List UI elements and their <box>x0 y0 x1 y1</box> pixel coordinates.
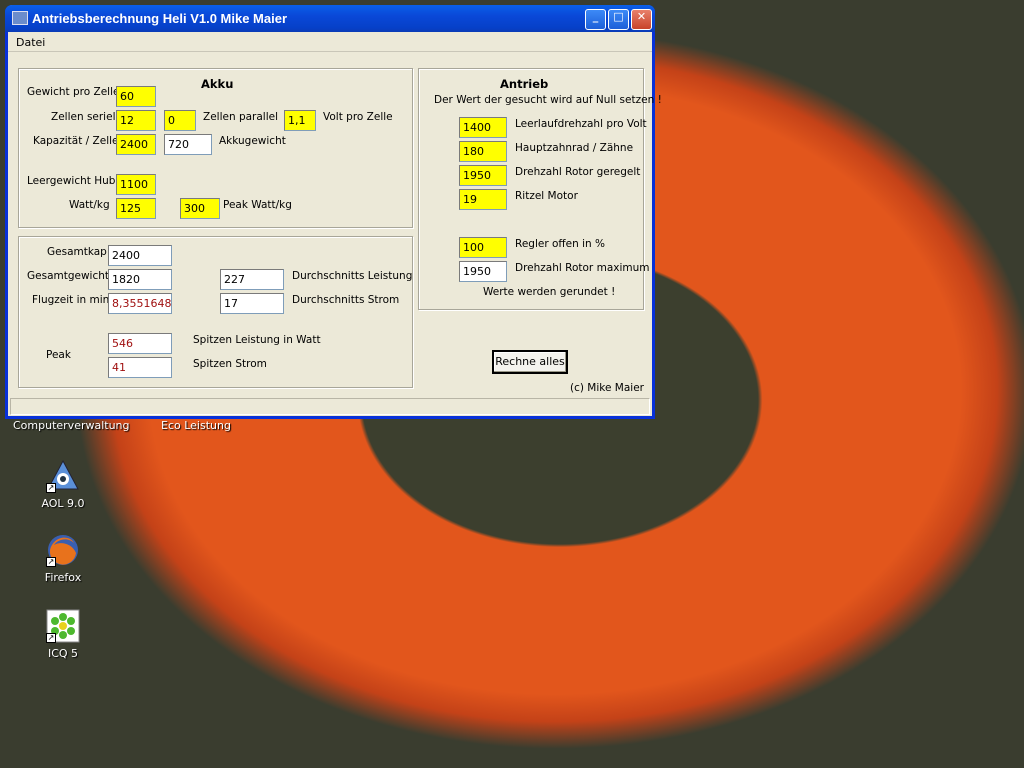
hauptzahnrad-input[interactable]: 180 <box>459 141 507 162</box>
drehzahl-max-field[interactable]: 1950 <box>459 261 507 282</box>
minimize-button[interactable]: _ <box>585 9 606 30</box>
kapazitaet-input[interactable]: 2400 <box>116 134 156 155</box>
kapazitaet-label: Kapazität / Zelle <box>33 135 119 147</box>
durchschnitt-leistung-label: Durchschnitts Leistung <box>292 270 413 282</box>
ritzel-input[interactable]: 19 <box>459 189 507 210</box>
antrieb-hint: Der Wert der gesucht wird auf Null setze… <box>434 94 662 106</box>
copyright-label: (c) Mike Maier <box>570 382 644 394</box>
desktop-icon-label: ICQ 5 <box>47 647 79 660</box>
peak-wattkg-input[interactable]: 300 <box>180 198 220 219</box>
hauptzahnrad-label: Hauptzahnrad / Zähne <box>515 142 634 154</box>
gewicht-input[interactable]: 60 <box>116 86 156 107</box>
ritzel-label: Ritzel Motor <box>515 190 578 202</box>
maximize-button[interactable]: □ <box>608 9 629 30</box>
gewicht-label: Gewicht pro Zelle <box>27 86 120 98</box>
durchschnitt-strom-field[interactable]: 17 <box>220 293 284 314</box>
app-icon <box>12 11 28 25</box>
flugzeit-field[interactable]: 8,35516483 <box>108 293 172 314</box>
desktop-icon-firefox[interactable]: ↗ Firefox <box>26 533 100 584</box>
akkugewicht-field[interactable]: 720 <box>164 134 212 155</box>
desktop-icon-icq[interactable]: ↗ ICQ 5 <box>26 609 100 660</box>
antrieb-heading: Antrieb <box>500 77 549 91</box>
close-button[interactable]: ✕ <box>631 9 652 30</box>
spitzen-leistung-field[interactable]: 546 <box>108 333 172 354</box>
peak-wattkg-label: Peak Watt/kg <box>223 199 292 211</box>
spitzen-strom-label: Spitzen Strom <box>193 358 267 370</box>
durchschnitt-leistung-field[interactable]: 227 <box>220 269 284 290</box>
desktop-label-computerverwaltung[interactable]: Computerverwaltung <box>13 419 130 432</box>
firefox-icon: ↗ <box>46 533 80 567</box>
desktop-icon-label: Firefox <box>44 571 82 584</box>
gesamtkap-field[interactable]: 2400 <box>108 245 172 266</box>
calculate-button[interactable]: Rechne alles <box>492 350 568 374</box>
title-bar[interactable]: Antriebsberechnung Heli V1.0 Mike Maier … <box>5 5 655 32</box>
volt-input[interactable]: 1,1 <box>284 110 316 131</box>
spitzen-strom-field[interactable]: 41 <box>108 357 172 378</box>
gesamtkap-label: Gesamtkap <box>47 246 107 258</box>
leergewicht-input[interactable]: 1100 <box>116 174 156 195</box>
flugzeit-label: Flugzeit in min <box>32 294 110 306</box>
desktop-icon-label: AOL 9.0 <box>41 497 85 510</box>
akkugewicht-label: Akkugewicht <box>219 135 286 147</box>
status-bar <box>10 398 650 415</box>
spitzen-leistung-label: Spitzen Leistung in Watt <box>193 334 321 346</box>
drehzahl-geregelt-label: Drehzahl Rotor geregelt <box>515 166 641 178</box>
zellen-seriell-input[interactable]: 12 <box>116 110 156 131</box>
drehzahl-max-label: Drehzahl Rotor maximum <box>515 262 650 274</box>
leerlauf-label: Leerlaufdrehzahl pro Volt <box>515 118 647 130</box>
wattkg-input[interactable]: 125 <box>116 198 156 219</box>
zellen-parallel-label: Zellen parallel <box>203 111 279 123</box>
drehzahl-geregelt-input[interactable]: 1950 <box>459 165 507 186</box>
akku-heading: Akku <box>201 77 234 91</box>
peak-label: Peak <box>46 349 71 361</box>
menu-bar: Datei <box>8 32 652 52</box>
wattkg-label: Watt/kg <box>69 199 110 211</box>
results-group: Gesamtkap 2400 Gesamtgewicht 1820 227 Du… <box>18 236 413 388</box>
leerlauf-input[interactable]: 1400 <box>459 117 507 138</box>
rounded-note: Werte werden gerundet ! <box>483 286 616 298</box>
zellen-seriell-label: Zellen seriell <box>51 111 119 123</box>
gesamtgewicht-field[interactable]: 1820 <box>108 269 172 290</box>
akku-group: Akku Gewicht pro Zelle 60 Zellen seriell… <box>18 68 413 228</box>
gesamtgewicht-label: Gesamtgewicht <box>27 270 110 282</box>
durchschnitt-strom-label: Durchschnitts Strom <box>292 294 400 306</box>
leergewicht-label: Leergewicht Hubi <box>27 175 119 187</box>
app-window: Antriebsberechnung Heli V1.0 Mike Maier … <box>5 5 662 419</box>
aol-icon: ↗ <box>46 459 80 493</box>
volt-label: Volt pro Zelle <box>323 111 393 123</box>
desktop-icon-aol[interactable]: ↗ AOL 9.0 <box>26 459 100 510</box>
window-title: Antriebsberechnung Heli V1.0 Mike Maier <box>32 11 288 26</box>
zellen-parallel-input[interactable]: 0 <box>164 110 196 131</box>
icq-icon: ↗ <box>46 609 80 643</box>
menu-item-datei[interactable]: Datei <box>16 36 45 49</box>
regler-input[interactable]: 100 <box>459 237 507 258</box>
antrieb-group: Antrieb Der Wert der gesucht wird auf Nu… <box>418 68 662 310</box>
regler-label: Regler offen in % <box>515 238 605 250</box>
desktop-label-eco-leistung[interactable]: Eco Leistung <box>161 419 231 432</box>
